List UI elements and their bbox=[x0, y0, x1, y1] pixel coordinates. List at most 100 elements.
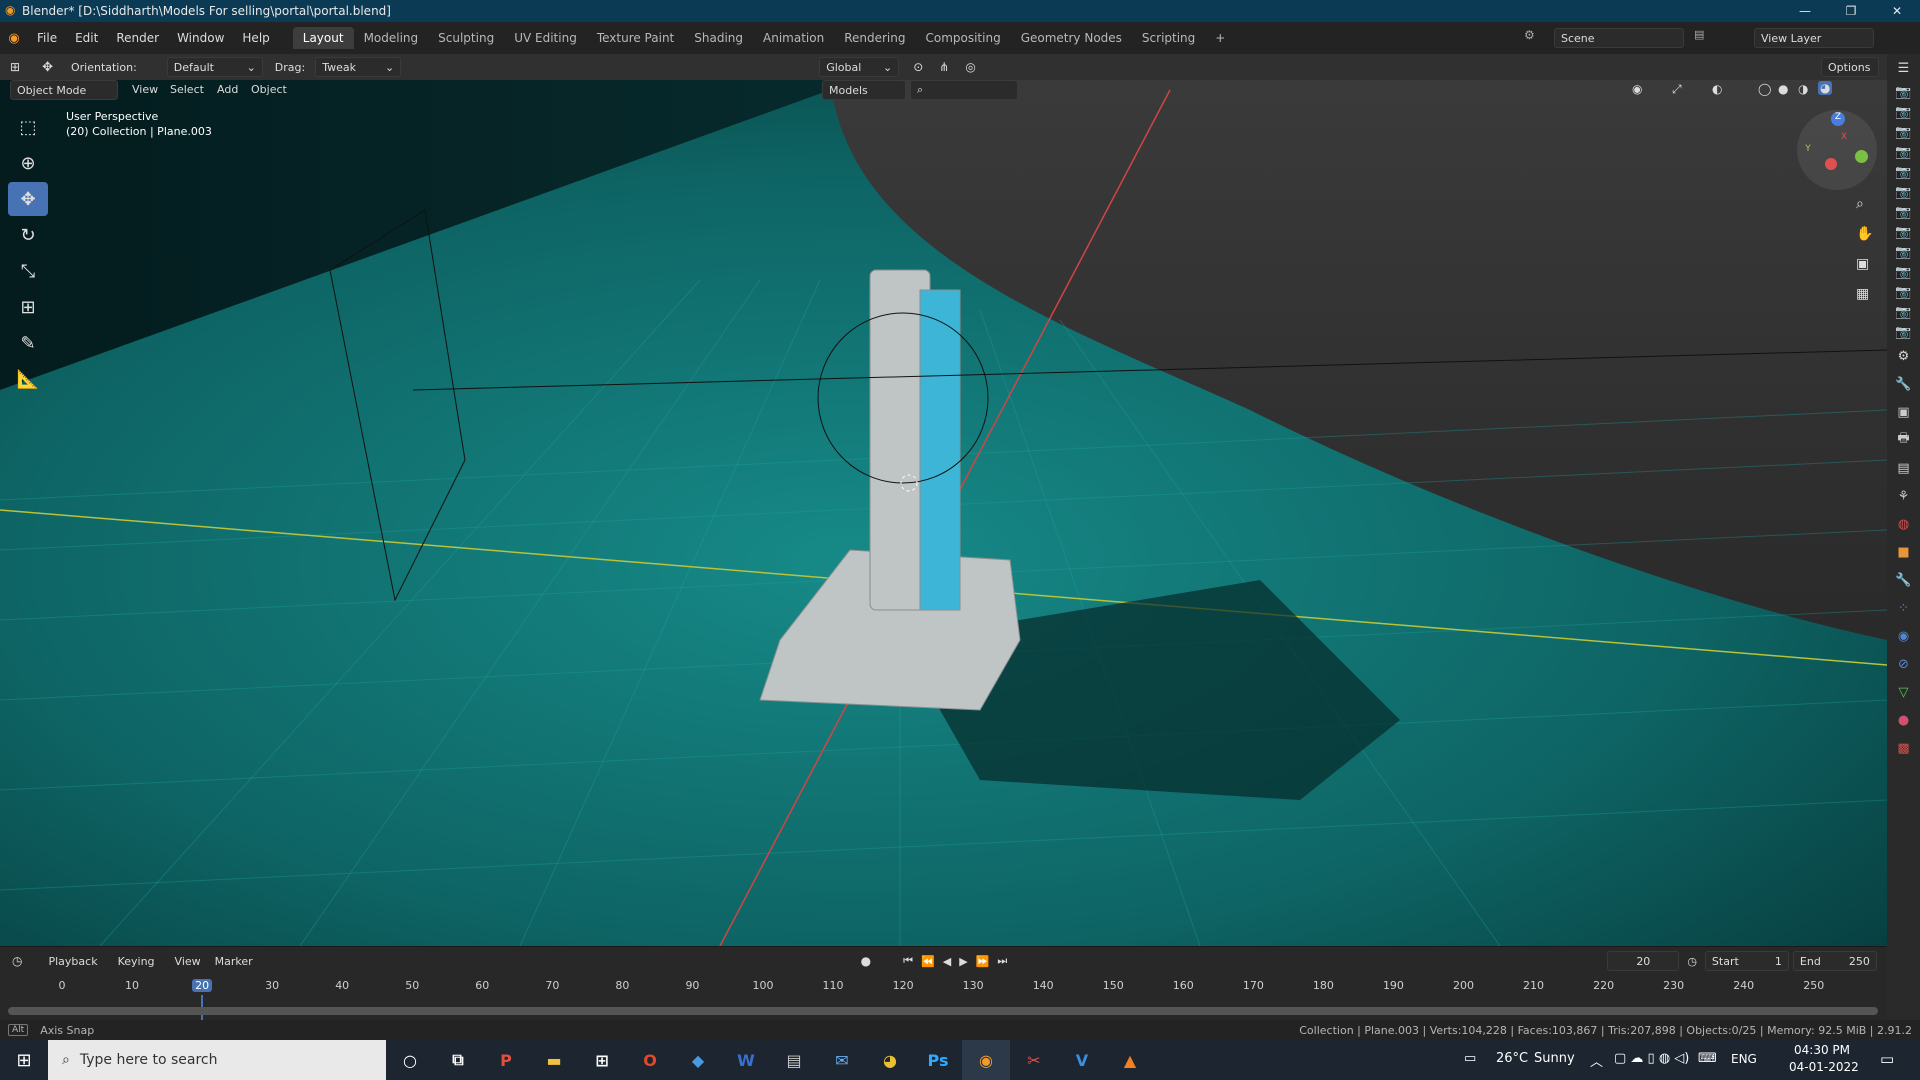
language-indicator[interactable]: ENG bbox=[1731, 1052, 1757, 1066]
app-icon[interactable]: ▤ bbox=[770, 1040, 818, 1080]
annotate-tool-icon[interactable]: ✎ bbox=[8, 326, 48, 360]
clock-time[interactable]: 04:30 PM bbox=[1794, 1043, 1850, 1057]
photoshop-icon[interactable]: Ps bbox=[914, 1040, 962, 1080]
camera-restrict-icon[interactable]: 📷 bbox=[1887, 222, 1920, 242]
menu-timeline-view[interactable]: View bbox=[175, 955, 201, 968]
camera-restrict-icon[interactable]: 📷 bbox=[1887, 82, 1920, 102]
menu-render[interactable]: Render bbox=[107, 31, 168, 45]
modifier-properties-icon[interactable]: 🔧 bbox=[1887, 566, 1920, 594]
timeline-editor-icon[interactable]: ◷ bbox=[12, 954, 22, 968]
record-icon[interactable]: ● bbox=[861, 954, 871, 968]
camera-restrict-icon[interactable]: 📷 bbox=[1887, 242, 1920, 262]
tab-sculpting[interactable]: Sculpting bbox=[428, 27, 504, 49]
end-frame-field[interactable]: End 250 bbox=[1792, 951, 1877, 971]
orientation-dropdown[interactable]: Default ⌄ bbox=[166, 57, 263, 77]
menu-help[interactable]: Help bbox=[233, 31, 278, 45]
tab-texture-paint[interactable]: Texture Paint bbox=[587, 27, 684, 49]
navigation-gizmo[interactable]: Z Y X bbox=[1797, 110, 1877, 190]
notification-icon[interactable]: ▭ bbox=[1880, 1050, 1894, 1068]
jump-start-icon[interactable]: ⏮ bbox=[903, 954, 913, 968]
particle-properties-icon[interactable]: ⁘ bbox=[1887, 594, 1920, 622]
start-frame-field[interactable]: Start 1 bbox=[1704, 951, 1789, 971]
menu-select[interactable]: Select bbox=[170, 83, 204, 96]
render-properties-icon[interactable]: ▣ bbox=[1887, 398, 1920, 426]
constraint-properties-icon[interactable]: ⊘ bbox=[1887, 650, 1920, 678]
perspective-toggle-icon[interactable]: ▦ bbox=[1856, 286, 1869, 302]
view-layer-selector[interactable]: View Layer bbox=[1754, 28, 1874, 48]
chrome-icon[interactable]: ◕ bbox=[866, 1040, 914, 1080]
tool-properties-icon[interactable]: 🔧 bbox=[1887, 370, 1920, 398]
filter-dropdown[interactable]: Models bbox=[822, 80, 906, 100]
texture-properties-icon[interactable]: ▩ bbox=[1887, 734, 1920, 762]
gizmo-y-ball[interactable] bbox=[1855, 150, 1868, 163]
taskbar-search-box[interactable]: ⌕ Type here to search bbox=[48, 1040, 386, 1080]
keyboard-icon[interactable]: ⌨ bbox=[1698, 1051, 1717, 1066]
pivot-icon[interactable]: ⊙ bbox=[913, 60, 923, 74]
gizmo-y-axis[interactable]: Y bbox=[1801, 144, 1815, 158]
material-shading-icon[interactable]: ◑ bbox=[1798, 82, 1808, 96]
camera-view-icon[interactable]: ▣ bbox=[1856, 256, 1869, 272]
camera-restrict-icon[interactable]: 📷 bbox=[1887, 122, 1920, 142]
transform-tool-icon[interactable]: ⊞ bbox=[8, 290, 48, 324]
camera-restrict-icon[interactable]: 📷 bbox=[1887, 102, 1920, 122]
rotate-tool-icon[interactable]: ↻ bbox=[8, 218, 48, 252]
tab-uv-editing[interactable]: UV Editing bbox=[504, 27, 587, 49]
world-properties-icon[interactable]: ◍ bbox=[1887, 510, 1920, 538]
menu-keying[interactable]: Keying bbox=[118, 955, 155, 968]
menu-file[interactable]: File bbox=[28, 31, 66, 45]
gizmo-x-axis[interactable]: X bbox=[1837, 132, 1851, 146]
rendered-shading-icon[interactable]: ◕ bbox=[1818, 81, 1833, 95]
scene-properties-icon[interactable]: ⚘ bbox=[1887, 482, 1920, 510]
prev-keyframe-icon[interactable]: ⏪ bbox=[921, 955, 935, 968]
properties-editor-icon[interactable]: ⚙ bbox=[1887, 342, 1920, 370]
pan-hand-icon[interactable]: ✋ bbox=[1856, 226, 1873, 242]
scene-selector[interactable]: Scene bbox=[1554, 28, 1684, 48]
windows-start-icon[interactable]: ⊞ bbox=[0, 1040, 48, 1080]
current-frame-field[interactable]: 20 bbox=[1607, 951, 1680, 971]
chevron-up-icon[interactable]: ︿ bbox=[1590, 1051, 1603, 1070]
timeline-scrollbar[interactable] bbox=[8, 1007, 1878, 1015]
camera-restrict-icon[interactable]: 📷 bbox=[1887, 282, 1920, 302]
options-dropdown[interactable]: Options bbox=[1821, 57, 1879, 77]
jump-end-icon[interactable]: ⏭ bbox=[997, 954, 1007, 968]
camera-restrict-icon[interactable]: 📷 bbox=[1887, 162, 1920, 182]
gizmo-toggle-icon[interactable]: ⤢ bbox=[1672, 82, 1682, 97]
minimize-button[interactable]: — bbox=[1782, 0, 1828, 22]
play-reverse-icon[interactable]: ◀ bbox=[943, 955, 951, 968]
powerpoint-icon[interactable]: P bbox=[482, 1040, 530, 1080]
visibility-icon[interactable]: ◉ bbox=[1632, 82, 1642, 96]
task-view-icon[interactable]: ⧉ bbox=[434, 1040, 482, 1080]
zoom-icon[interactable]: ⌕ bbox=[1856, 196, 1864, 212]
menu-playback[interactable]: Playback bbox=[48, 955, 97, 968]
scale-tool-icon[interactable]: ⤡ bbox=[8, 254, 48, 288]
camera-restrict-icon[interactable]: 📷 bbox=[1887, 202, 1920, 222]
menu-add[interactable]: Add bbox=[217, 83, 238, 96]
object-properties-icon[interactable]: ■ bbox=[1887, 538, 1920, 566]
add-workspace-button[interactable]: + bbox=[1205, 27, 1235, 49]
tab-scripting[interactable]: Scripting bbox=[1132, 27, 1205, 49]
gizmo-z-axis[interactable]: Z bbox=[1831, 112, 1845, 126]
tray-icons[interactable]: ▢ ☁ ▯ ◍ ◁) bbox=[1614, 1051, 1689, 1066]
mail-icon[interactable]: ✉ bbox=[818, 1040, 866, 1080]
restore-button[interactable]: ❐ bbox=[1828, 0, 1874, 22]
material-properties-icon[interactable]: ● bbox=[1887, 706, 1920, 734]
temperature-text[interactable]: 26°C bbox=[1496, 1051, 1528, 1066]
menu-object[interactable]: Object bbox=[251, 83, 287, 96]
word-icon[interactable]: W bbox=[722, 1040, 770, 1080]
tab-animation[interactable]: Animation bbox=[753, 27, 834, 49]
tab-shading[interactable]: Shading bbox=[684, 27, 753, 49]
view-layer-properties-icon[interactable]: ▤ bbox=[1887, 454, 1920, 482]
tab-rendering[interactable]: Rendering bbox=[834, 27, 915, 49]
data-properties-icon[interactable]: ▽ bbox=[1887, 678, 1920, 706]
select-tool-icon[interactable]: ⬚ bbox=[8, 110, 48, 144]
close-button[interactable]: ✕ bbox=[1874, 0, 1920, 22]
menu-marker[interactable]: Marker bbox=[215, 955, 253, 968]
tab-compositing[interactable]: Compositing bbox=[915, 27, 1010, 49]
weather-text[interactable]: Sunny bbox=[1534, 1051, 1575, 1066]
office-icon[interactable]: O bbox=[626, 1040, 674, 1080]
outliner-editor-icon[interactable]: ☰ bbox=[1887, 54, 1920, 82]
blender-taskbar-icon[interactable]: ◉ bbox=[962, 1040, 1010, 1080]
output-properties-icon[interactable]: 🖶 bbox=[1887, 426, 1920, 454]
snap-icon[interactable]: ⋔ bbox=[939, 60, 949, 74]
menu-view[interactable]: View bbox=[132, 83, 158, 96]
